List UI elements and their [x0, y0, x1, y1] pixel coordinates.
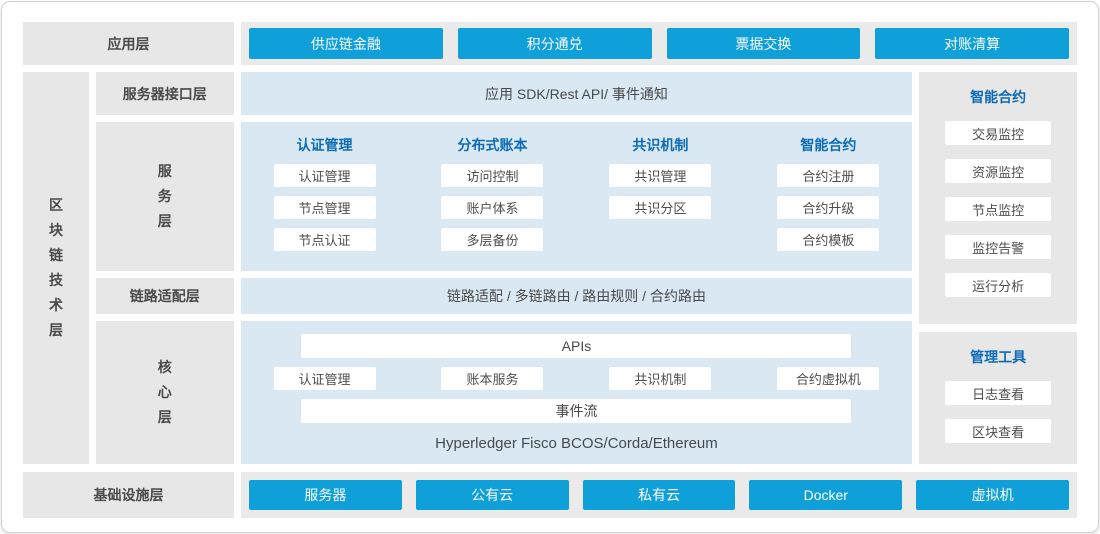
service-item: 访问控制 — [441, 164, 543, 187]
app-layer-strip: 供应链金融积分通兑票据交换对账清算 — [241, 22, 1077, 65]
side-panel-item: 运行分析 — [945, 273, 1051, 297]
service-column-header: 智能合约 — [800, 135, 856, 155]
service-item: 合约注册 — [777, 164, 879, 187]
core-module-cell: 合约虚拟机 — [744, 367, 912, 390]
core-module-cell: 账本服务 — [409, 367, 577, 390]
side-panel-1: 智能合约交易监控资源监控节点监控监控告警运行分析 — [919, 72, 1077, 324]
infra-layer-label: 基础设施层 — [23, 472, 234, 518]
service-column: 分布式账本访问控制账户体系多层备份 — [409, 135, 577, 271]
side-panel-header: 管理工具 — [970, 347, 1026, 367]
side-panel-item: 节点监控 — [945, 197, 1051, 221]
service-item: 账户体系 — [441, 196, 543, 219]
side-panel-2: 管理工具日志查看区块查看 — [919, 332, 1077, 464]
service-item: 共识分区 — [609, 196, 711, 219]
main-content-column: 应用 SDK/Rest API/ 事件通知 认证管理认证管理节点管理节点认证分布… — [241, 72, 913, 464]
app-button[interactable]: 积分通兑 — [458, 28, 652, 59]
server-interface-layer-label: 服务器接口层 — [96, 72, 234, 115]
service-column: 认证管理认证管理节点管理节点认证 — [241, 135, 409, 271]
app-button[interactable]: 票据交换 — [667, 28, 861, 59]
infra-button[interactable]: 公有云 — [416, 480, 569, 510]
side-panel-item: 监控告警 — [945, 235, 1051, 259]
core-module: 共识机制 — [609, 367, 711, 390]
event-stream-bar: 事件流 — [301, 399, 851, 423]
platforms-text: Hyperledger Fisco BCOS/Corda/Ethereum — [435, 435, 718, 452]
link-adapter-layer-label: 链路适配层 — [96, 278, 234, 314]
service-column-header: 认证管理 — [297, 135, 353, 155]
architecture-diagram: 应用层 供应链金融积分通兑票据交换对账清算 区块链技术层 服务器接口层 服务层 … — [1, 1, 1099, 533]
tech-layer-label: 区块链技术层 — [23, 72, 89, 464]
service-column-header: 分布式账本 — [457, 135, 527, 155]
core-module-cell: 认证管理 — [241, 367, 409, 390]
service-item: 共识管理 — [609, 164, 711, 187]
core-module-cell: 共识机制 — [576, 367, 744, 390]
app-layer-label: 应用层 — [23, 22, 234, 65]
side-panel-item: 日志查看 — [945, 381, 1051, 405]
infra-button[interactable]: 虚拟机 — [916, 480, 1069, 510]
side-panel-item: 区块查看 — [945, 419, 1051, 443]
side-panel-item: 资源监控 — [945, 159, 1051, 183]
core-layer-box: APIs 认证管理 账本服务 共识机制 合约虚拟机 事件流 Hyperledger F… — [241, 321, 913, 464]
side-panel-header: 智能合约 — [970, 87, 1026, 107]
sub-layer-labels: 服务器接口层 服务层 链路适配层 核心层 — [96, 72, 234, 464]
service-item: 合约升级 — [777, 196, 879, 219]
app-button[interactable]: 供应链金融 — [249, 28, 443, 59]
service-item: 节点认证 — [274, 228, 376, 251]
side-panel-item: 交易监控 — [945, 121, 1051, 145]
side-panels-column: 智能合约交易监控资源监控节点监控监控告警运行分析管理工具日志查看区块查看 — [919, 72, 1077, 464]
core-module: 账本服务 — [441, 367, 543, 390]
core-layer-label: 核心层 — [96, 321, 234, 464]
sdk-api-bar: 应用 SDK/Rest API/ 事件通知 — [241, 72, 913, 115]
apis-bar: APIs — [301, 334, 851, 358]
link-adapter-bar: 链路适配 / 多链路由 / 路由规则 / 合约路由 — [241, 278, 913, 314]
infra-button[interactable]: 服务器 — [249, 480, 402, 510]
core-modules-row: 认证管理 账本服务 共识机制 合约虚拟机 — [241, 367, 913, 390]
service-item: 合约模板 — [777, 228, 879, 251]
core-module: 合约虚拟机 — [777, 367, 879, 390]
service-item: 节点管理 — [274, 196, 376, 219]
service-column: 智能合约合约注册合约升级合约模板 — [744, 135, 912, 271]
infra-layer-row: 基础设施层 服务器公有云私有云 Docker 虚拟机 — [23, 472, 1077, 518]
service-item: 多层备份 — [441, 228, 543, 251]
service-layer-label: 服务层 — [96, 122, 234, 271]
blockchain-tech-section: 区块链技术层 服务器接口层 服务层 链路适配层 核心层 应用 SDK/Rest … — [23, 72, 1077, 464]
infra-button[interactable]: 私有云 — [583, 480, 736, 510]
service-column-header: 共识机制 — [632, 135, 688, 155]
app-button[interactable]: 对账清算 — [875, 28, 1069, 59]
service-column: 共识机制共识管理共识分区 — [576, 135, 744, 271]
service-layer-box: 认证管理认证管理节点管理节点认证分布式账本访问控制账户体系多层备份共识机制共识管… — [241, 122, 913, 271]
core-module: 认证管理 — [274, 367, 376, 390]
infra-layer-strip: 服务器公有云私有云 Docker 虚拟机 — [241, 472, 1077, 518]
app-layer-row: 应用层 供应链金融积分通兑票据交换对账清算 — [23, 22, 1077, 65]
infra-button[interactable]: Docker — [749, 480, 902, 510]
service-item: 认证管理 — [274, 164, 376, 187]
